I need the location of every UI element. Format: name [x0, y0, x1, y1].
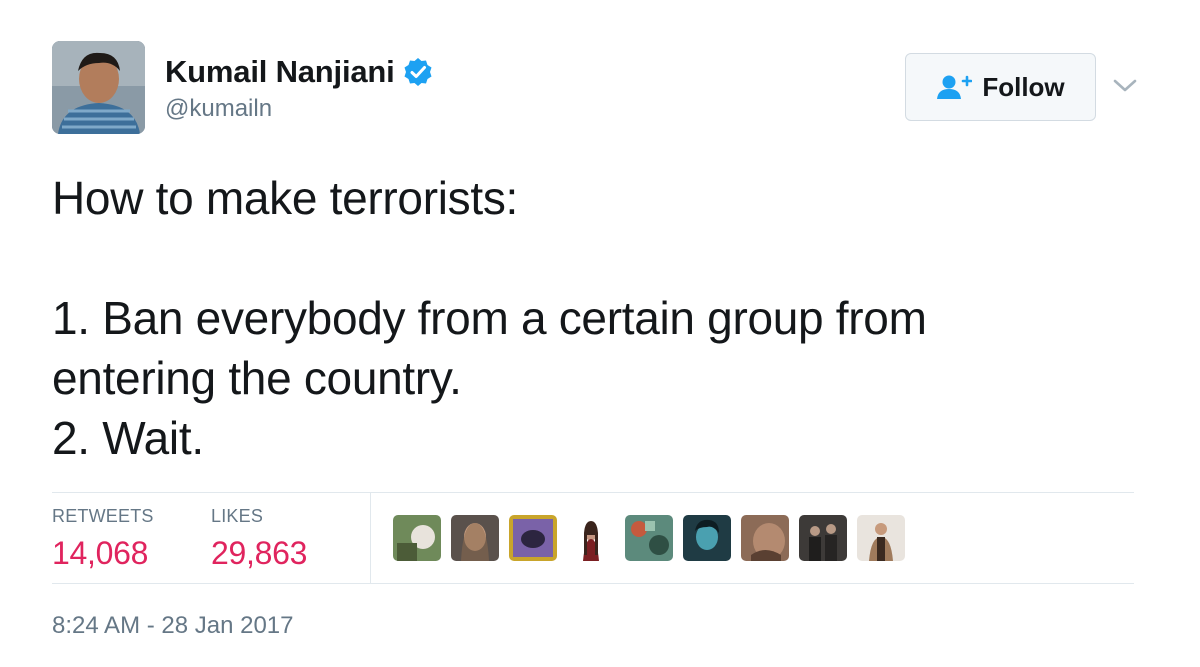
- tweet-line: 1. Ban everybody from a certain group fr…: [52, 292, 927, 344]
- liker-avatar[interactable]: [393, 515, 441, 561]
- retweets-stat[interactable]: RETWEETS 14,068: [52, 506, 154, 572]
- follow-button-label: Follow: [982, 71, 1065, 102]
- user-handle[interactable]: @kumailn: [165, 95, 272, 123]
- liker-avatar[interactable]: [799, 515, 847, 561]
- verified-badge-icon: [404, 58, 432, 86]
- likes-count: 29,863: [211, 535, 308, 571]
- tweet-line: entering the country.: [52, 352, 462, 404]
- divider: [52, 492, 1134, 493]
- stats-divider: [370, 493, 371, 583]
- tweet-line: 2. Wait.: [52, 412, 204, 464]
- liker-avatar[interactable]: [625, 515, 673, 561]
- liker-avatar[interactable]: [683, 515, 731, 561]
- liker-avatar[interactable]: [857, 515, 905, 561]
- tweet-text: How to make terrorists: 1. Ban everybody…: [52, 168, 1152, 468]
- retweets-label: RETWEETS: [52, 506, 154, 526]
- liker-avatar[interactable]: [451, 515, 499, 561]
- divider: [52, 583, 1134, 584]
- likes-label: LIKES: [211, 506, 264, 526]
- liker-avatar[interactable]: [741, 515, 789, 561]
- likes-stat[interactable]: LIKES 29,863: [211, 506, 307, 572]
- retweets-count: 14,068: [52, 535, 149, 571]
- tweet-timestamp[interactable]: 8:24 AM - 28 Jan 2017: [52, 612, 294, 640]
- chevron-down-icon[interactable]: [1112, 77, 1138, 95]
- follow-button[interactable]: Follow: [905, 53, 1096, 121]
- likers-list: [393, 515, 905, 561]
- tweet-card: Kumail Nanjiani @kumailn Follow How to m…: [0, 0, 1200, 667]
- liker-avatar[interactable]: [509, 515, 557, 561]
- liker-avatar[interactable]: [567, 515, 615, 561]
- avatar[interactable]: [52, 41, 145, 134]
- tweet-line: How to make terrorists:: [52, 172, 518, 224]
- profile-photo-icon: [52, 41, 145, 134]
- add-user-icon: [937, 75, 973, 99]
- display-name[interactable]: Kumail Nanjiani: [165, 54, 395, 90]
- name-row: Kumail Nanjiani: [165, 54, 433, 90]
